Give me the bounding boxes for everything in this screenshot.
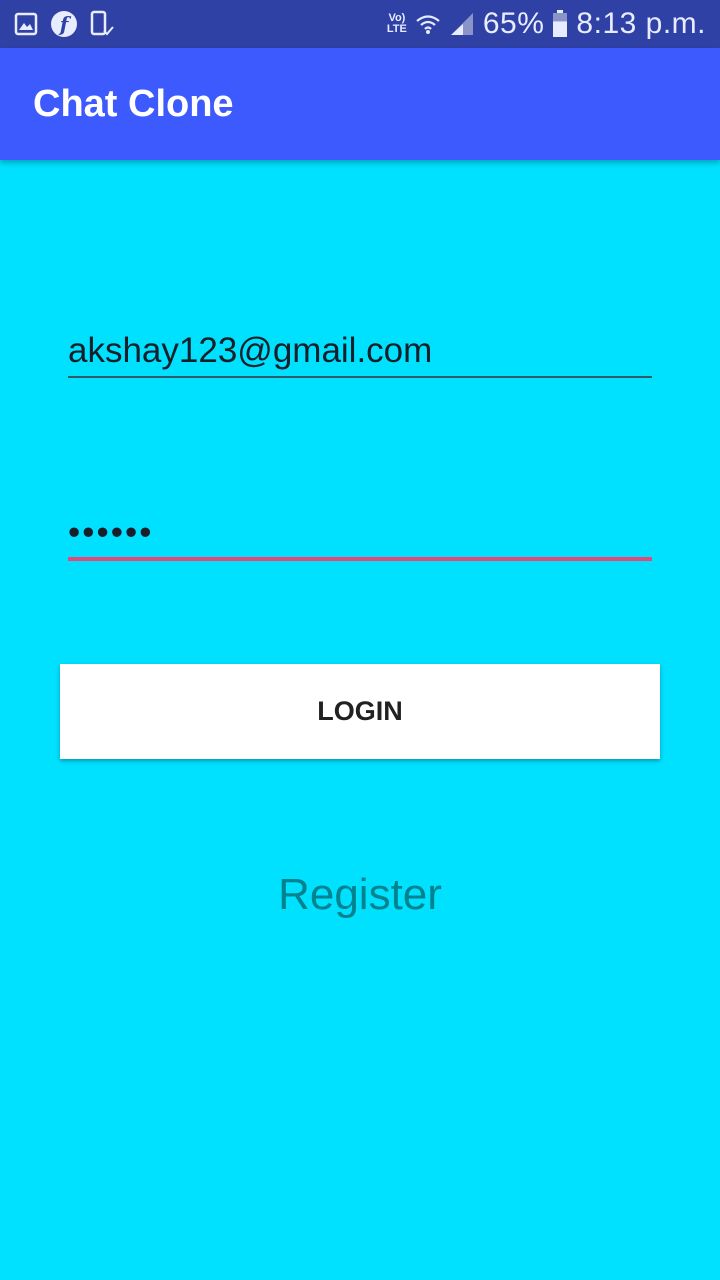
volte-indicator: Vo) LTE bbox=[387, 13, 407, 35]
battery-percent: 65% bbox=[482, 7, 545, 40]
signal-icon bbox=[449, 11, 475, 37]
battery-icon bbox=[552, 10, 568, 38]
gallery-icon bbox=[14, 12, 38, 36]
login-button[interactable]: LOGIN bbox=[60, 664, 660, 759]
app-title: Chat Clone bbox=[33, 82, 234, 125]
status-bar: f Vo) LTE 65% 8:13 p.m. bbox=[0, 0, 720, 48]
phone-check-icon bbox=[90, 10, 116, 38]
password-field[interactable] bbox=[68, 508, 652, 561]
register-link[interactable]: Register bbox=[0, 870, 720, 920]
flipkart-icon: f bbox=[50, 10, 78, 38]
app-bar: Chat Clone bbox=[0, 48, 720, 160]
wifi-icon bbox=[415, 12, 441, 36]
notification-icons: f bbox=[14, 10, 116, 38]
volte-line2: LTE bbox=[386, 23, 407, 35]
clock: 8:13 p.m. bbox=[576, 7, 706, 40]
email-field[interactable] bbox=[68, 326, 652, 378]
system-icons: Vo) LTE 65% 8:13 p.m. bbox=[387, 7, 706, 41]
